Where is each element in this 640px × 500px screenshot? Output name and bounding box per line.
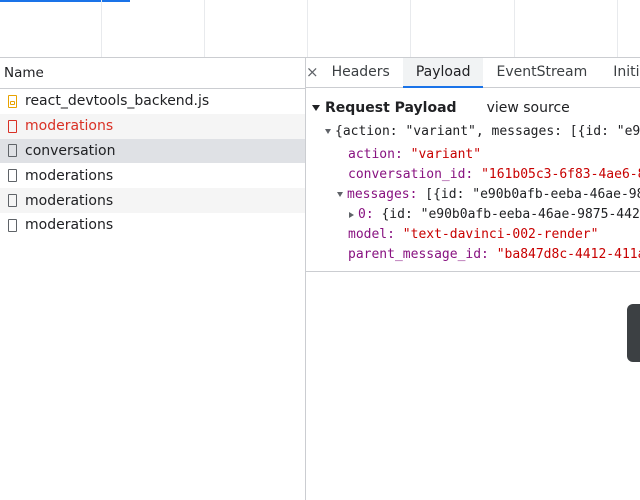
request-name: moderations — [25, 167, 114, 184]
tooltip-popup — [627, 304, 640, 362]
field-key: model: — [348, 227, 395, 242]
request-detail-pane: × Headers Payload EventStream Initiator … — [306, 58, 640, 500]
timeline-gridline — [204, 0, 205, 57]
tab-headers[interactable]: Headers — [319, 58, 403, 87]
request-name: react_devtools_backend.js — [25, 93, 210, 110]
expand-triangle-icon[interactable] — [337, 192, 343, 197]
tab-initiator[interactable]: Initiator — [600, 58, 640, 87]
field-value: "text-davinci-002-render" — [402, 227, 599, 242]
field-key: parent_message_id: — [348, 247, 489, 262]
payload-field-messages[interactable]: messages: [{id: "e90b0afb-eeba-46ae-9875… — [337, 187, 640, 202]
expand-triangle-icon[interactable] — [325, 129, 331, 134]
detail-tab-bar: × Headers Payload EventStream Initiator — [306, 58, 640, 88]
document-icon — [8, 218, 17, 232]
section-title: Request Payload — [325, 100, 457, 116]
overview-timeline[interactable] — [0, 0, 640, 58]
payload-summary: {action: "variant", messages: [{id: "e90… — [335, 124, 640, 139]
close-icon[interactable]: × — [306, 58, 319, 87]
request-row[interactable]: conversation — [0, 138, 305, 164]
field-key: messages: — [347, 187, 418, 202]
collapse-triangle-icon[interactable] — [312, 105, 320, 111]
js-file-icon — [8, 94, 17, 108]
name-column-header[interactable]: Name — [0, 58, 305, 89]
document-icon — [8, 144, 17, 158]
payload-field-message-0[interactable]: 0: {id: "e90b0afb-eeba-46ae-9875-442 — [349, 207, 640, 222]
view-source-link[interactable]: view source — [487, 100, 570, 116]
field-value: "variant" — [410, 147, 482, 162]
tab-eventstream[interactable]: EventStream — [483, 58, 600, 87]
expand-triangle-icon[interactable] — [349, 211, 354, 218]
timeline-gridline — [617, 0, 618, 57]
timeline-gridline — [514, 0, 515, 57]
request-row[interactable]: moderations — [0, 163, 305, 188]
request-name: moderations — [25, 118, 114, 135]
field-value: "161b05c3-6f83-4ae6-8 — [481, 167, 640, 182]
field-value: "ba847d8c-4412-411a — [496, 247, 640, 262]
request-row[interactable]: react_devtools_backend.js — [0, 89, 305, 114]
payload-field-conversation-id: conversation_id: "161b05c3-6f83-4ae6-8 — [348, 167, 640, 182]
tab-payload[interactable]: Payload — [402, 58, 484, 88]
request-row[interactable]: moderations — [0, 188, 305, 213]
request-name: moderations — [25, 217, 114, 234]
timeline-gridline — [307, 0, 308, 57]
payload-field-parent-message-id: parent_message_id: "ba847d8c-4412-411a — [348, 247, 640, 262]
request-name: moderations — [25, 192, 114, 209]
request-name: conversation — [25, 142, 116, 159]
request-list-pane: Name react_devtools_backend.js moderatio… — [0, 58, 306, 500]
payload-field-action: action: "variant" — [348, 147, 481, 162]
request-row[interactable]: moderations — [0, 213, 305, 238]
document-icon — [8, 169, 17, 183]
timeline-selection-bar — [0, 0, 130, 2]
request-row[interactable]: moderations — [0, 113, 305, 139]
field-key: 0: — [358, 207, 374, 222]
payload-panel: Request Payload view source {action: "va… — [306, 88, 640, 272]
timeline-gridline — [101, 0, 102, 57]
field-key: conversation_id: — [348, 167, 474, 182]
timeline-gridline — [410, 0, 411, 57]
request-payload-header[interactable]: Request Payload view source — [312, 100, 570, 116]
field-value: {id: "e90b0afb-eeba-46ae-9875-442 — [381, 207, 640, 222]
document-icon — [8, 119, 17, 133]
payload-field-model: model: "text-davinci-002-render" — [348, 227, 598, 242]
field-key: action: — [348, 147, 403, 162]
payload-summary-row[interactable]: {action: "variant", messages: [{id: "e90… — [325, 124, 640, 139]
document-icon — [8, 194, 17, 208]
field-value: [{id: "e90b0afb-eeba-46ae-9875-442 — [425, 187, 640, 202]
